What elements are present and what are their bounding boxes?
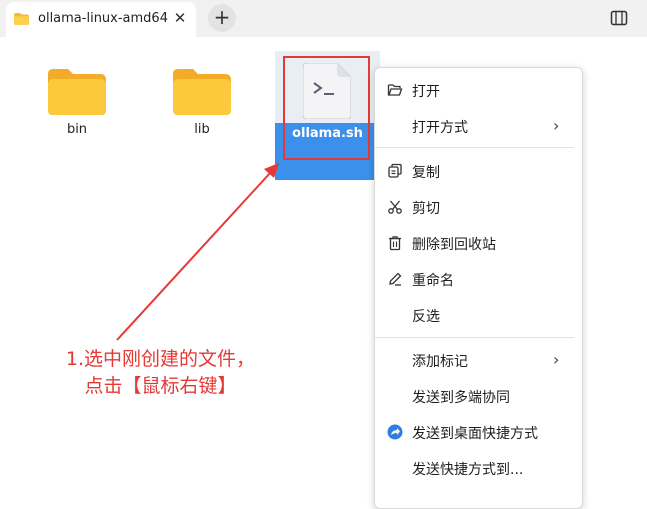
menu-item-invert-selection[interactable]: 反选 (375, 298, 582, 332)
file-name: lib (194, 122, 210, 137)
close-icon[interactable]: ✕ (170, 8, 190, 28)
chevron-right-icon: › (553, 350, 560, 369)
context-menu: 打开 打开方式 › 复制 剪切 删除到回收站 重命名 反选 添加标记 › 发送到… (374, 67, 583, 509)
menu-item-add-tag[interactable]: 添加标记 › (375, 343, 582, 377)
menu-item-open-with[interactable]: 打开方式 › (375, 109, 582, 143)
highlight-box (283, 56, 370, 160)
menu-item-open[interactable]: 打开 (375, 73, 582, 107)
menu-item-move-to-trash[interactable]: 删除到回收站 (375, 226, 582, 260)
file-item-bin[interactable]: bin (33, 68, 121, 137)
annotation-text: 1.选中刚创建的文件， 点击【鼠标右键】 (48, 346, 273, 400)
menu-item-label: 发送到桌面快捷方式 (412, 426, 538, 442)
menu-item-rename[interactable]: 重命名 (375, 262, 582, 296)
scissors-icon (388, 200, 402, 214)
menu-item-cut[interactable]: 剪切 (375, 190, 582, 224)
menu-item-label: 发送到多端协同 (412, 390, 510, 406)
menu-item-copy[interactable]: 复制 (375, 154, 582, 188)
folder-icon (173, 69, 231, 115)
rename-icon (389, 272, 402, 286)
menu-item-label: 打开方式 (412, 120, 468, 136)
file-name: bin (66, 122, 88, 137)
annotation-line-1: 1.选中刚创建的文件， (65, 348, 256, 370)
menu-item-send-to-collab[interactable]: 发送到多端协同 (375, 379, 582, 413)
sidebar-view-icon[interactable] (610, 9, 628, 27)
menu-item-label: 添加标记 (412, 354, 468, 370)
send-desktop-icon (387, 424, 403, 440)
trash-icon (389, 236, 401, 251)
menu-separator (375, 337, 574, 338)
menu-item-label: 删除到回收站 (412, 237, 496, 253)
tab-bar: ollama-linux-amd64 ✕ + (0, 0, 647, 37)
file-item-lib[interactable]: lib (158, 68, 246, 137)
open-folder-icon (387, 84, 403, 96)
tab-ollama-linux-amd64[interactable]: ollama-linux-amd64 ✕ (6, 2, 196, 37)
menu-item-label: 发送快捷方式到... (412, 462, 524, 478)
menu-item-send-to-desktop[interactable]: 发送到桌面快捷方式 (375, 415, 582, 449)
tab-title: ollama-linux-amd64 (38, 11, 168, 26)
menu-item-label: 重命名 (412, 273, 454, 289)
menu-item-label: 打开 (412, 84, 440, 100)
chevron-right-icon: › (553, 116, 560, 135)
menu-item-label: 反选 (412, 309, 440, 325)
new-tab-button[interactable]: + (208, 4, 236, 32)
menu-separator (375, 147, 574, 148)
menu-item-label: 剪切 (412, 201, 440, 217)
copy-icon (388, 163, 402, 178)
menu-item-label: 复制 (412, 165, 440, 181)
folder-icon (14, 13, 29, 25)
folder-icon (48, 69, 106, 115)
annotation-line-2: 点击【鼠标右键】 (84, 375, 237, 397)
menu-item-send-shortcut-to[interactable]: 发送快捷方式到... (375, 451, 582, 485)
